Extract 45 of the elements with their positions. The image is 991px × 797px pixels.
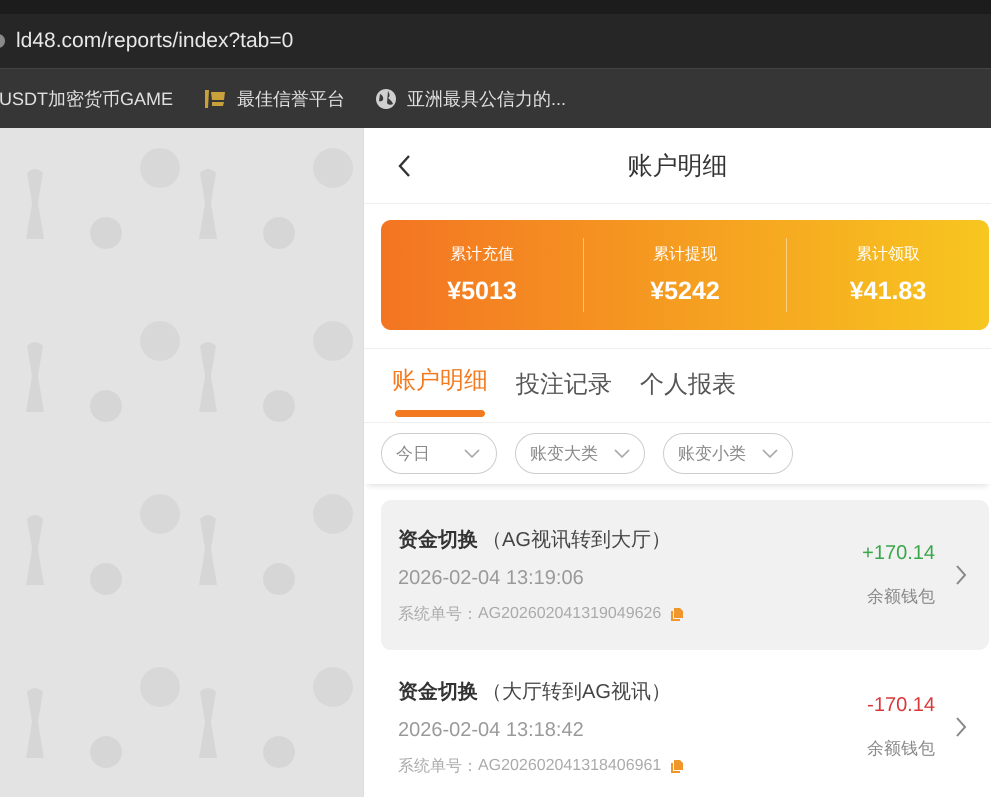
wallet-label: 余额钱包	[867, 738, 935, 760]
chevron-right-icon	[955, 564, 967, 586]
filter-dropdown[interactable]: 账变小类	[663, 433, 793, 474]
page-title: 账户明细	[628, 151, 728, 182]
filter-dropdown[interactable]: 账变大类	[515, 433, 645, 474]
order-number: AG202602041319049626	[478, 605, 662, 623]
chevron-down-icon	[464, 448, 480, 458]
copy-icon	[671, 760, 684, 772]
chevron-down-icon	[762, 448, 778, 458]
address-field[interactable]: ld48.com/reports/index?tab=0	[16, 29, 294, 53]
order-number: AG202602041318406961	[478, 757, 662, 775]
record-item[interactable]: 资金切换 （大厅转到AG视讯） 2026-02-04 13:18:42 系统单号：AG202602041318406961 -170.14 余额钱包	[381, 652, 989, 797]
logo-icon	[203, 88, 228, 110]
filter-dropdown[interactable]: 今日	[381, 433, 497, 474]
copy-button[interactable]	[671, 760, 684, 772]
site-info-icon	[0, 32, 8, 50]
summary-label: 累计提现	[653, 244, 717, 265]
globe-icon	[375, 88, 398, 110]
chevron-right-icon	[955, 716, 967, 738]
wallet-label: 余额钱包	[867, 586, 935, 608]
copy-button[interactable]	[671, 608, 684, 620]
order-label: 系统单号：	[398, 756, 478, 776]
summary-value: ¥5242	[650, 277, 720, 306]
summary-label: 累计领取	[856, 244, 920, 265]
record-type: 资金切换	[398, 680, 478, 704]
summary-label: 累计充值	[450, 244, 514, 265]
record-detail: （AG视讯转到大厅）	[482, 528, 671, 552]
amount: -170.14	[867, 694, 935, 717]
summary-value: ¥41.83	[850, 277, 926, 306]
amount: +170.14	[862, 542, 935, 565]
tab[interactable]: 个人报表	[640, 358, 736, 414]
record-time: 2026-02-04 13:19:06	[398, 566, 585, 590]
record-time: 2026-02-04 13:18:42	[398, 718, 585, 742]
chevron-down-icon	[614, 448, 630, 458]
tab[interactable]: 投注记录	[516, 358, 612, 414]
record-item[interactable]: 资金切换 （AG视讯转到大厅） 2026-02-04 13:19:06 系统单号：AG202602041319049626 +170.14 余额钱包	[381, 500, 989, 650]
chevron-left-icon	[398, 154, 412, 178]
bookmark-item[interactable]: USDT加密货币GAME	[0, 86, 174, 110]
copy-icon	[671, 608, 684, 620]
order-label: 系统单号：	[398, 604, 478, 624]
record-type: 资金切换	[398, 528, 478, 552]
record-detail: （大厅转到AG视讯）	[482, 680, 671, 704]
summary-value: ¥5013	[447, 277, 517, 306]
bookmark-item[interactable]: 最佳信誉平台	[203, 86, 346, 110]
bookmark-item[interactable]: 亚洲最具公信力的...	[375, 86, 566, 110]
